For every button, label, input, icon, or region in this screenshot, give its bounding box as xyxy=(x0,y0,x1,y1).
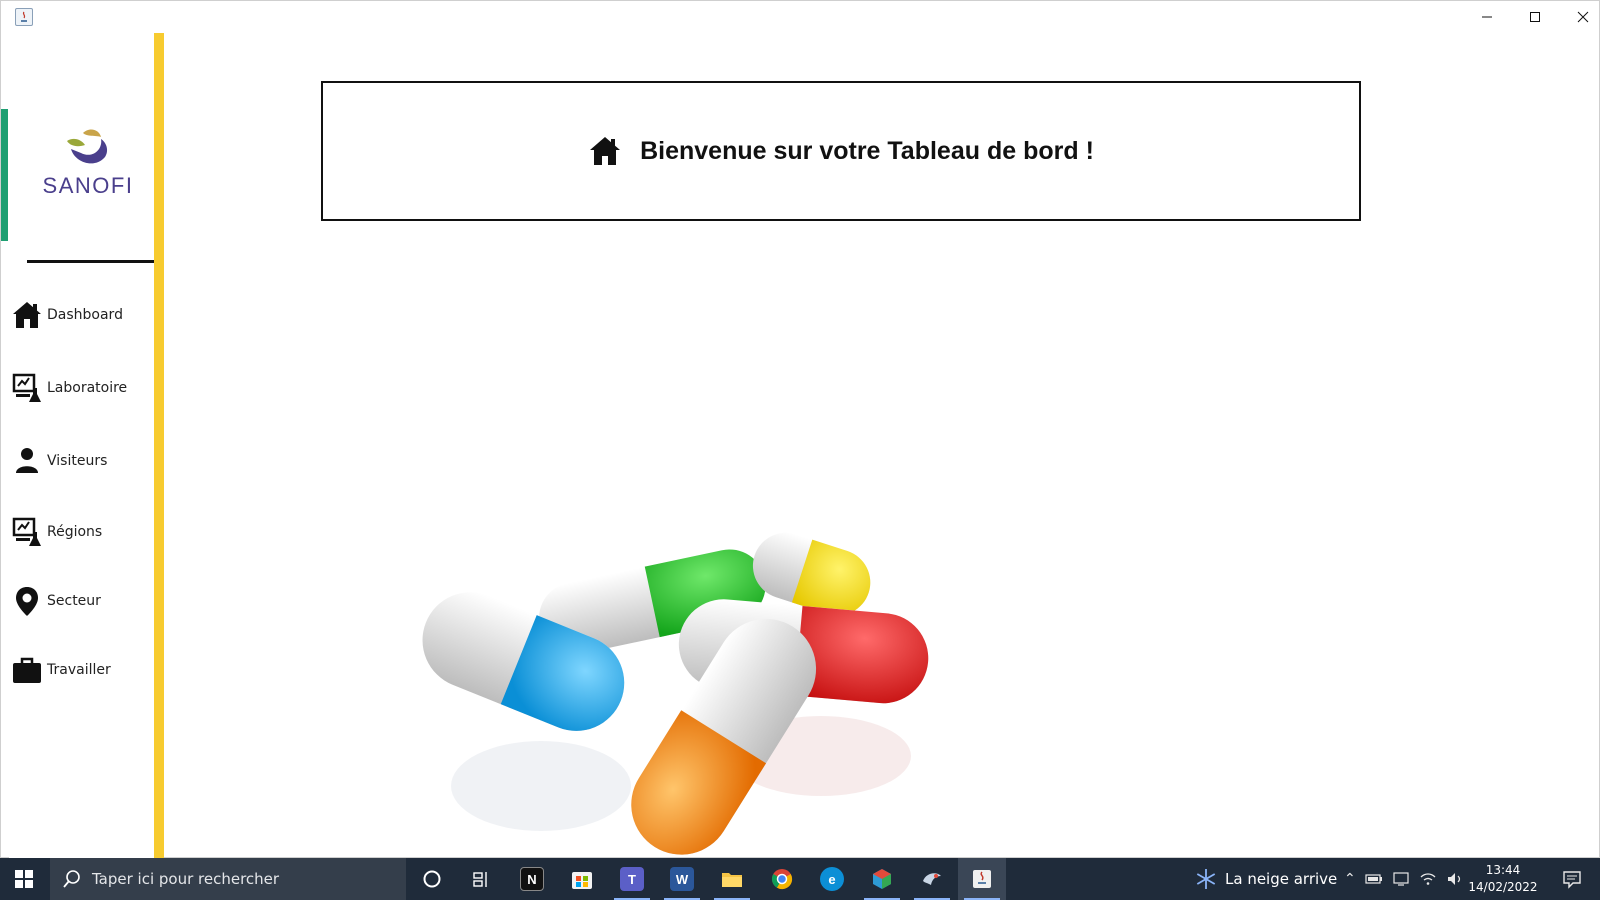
network-icon[interactable] xyxy=(1392,871,1410,887)
start-button[interactable] xyxy=(0,858,48,900)
battery-icon[interactable] xyxy=(1365,873,1383,885)
person-icon xyxy=(9,443,45,479)
clock-time: 13:44 xyxy=(1485,863,1521,877)
sidebar-item-secteur[interactable]: Secteur xyxy=(9,581,154,621)
sidebar-accent-bar xyxy=(154,33,164,859)
lab-computer-icon xyxy=(9,370,45,406)
sidebar: SANOFI Dashboard Laboratoire Visiteurs R… xyxy=(9,33,156,859)
chevron-up-icon[interactable]: ⌃ xyxy=(1344,871,1356,887)
task-view-icon xyxy=(473,872,487,887)
sidebar-item-travailler[interactable]: Travailler xyxy=(9,650,154,690)
cortana-icon xyxy=(423,870,441,888)
snowflake-icon xyxy=(1196,869,1216,889)
map-pin-icon xyxy=(9,583,45,619)
speaker-icon[interactable] xyxy=(1446,871,1464,887)
notification-icon xyxy=(1563,871,1581,889)
close-button[interactable] xyxy=(1560,1,1600,33)
clock-date: 14/02/2022 xyxy=(1468,880,1538,894)
accent-edge xyxy=(1,109,8,241)
briefcase-icon xyxy=(9,652,45,688)
taskbar-search[interactable]: Taper ici pour rechercher xyxy=(50,858,406,900)
minimize-button[interactable] xyxy=(1464,1,1510,33)
notifications-button[interactable] xyxy=(1552,858,1592,900)
taskbar-app-cortana[interactable] xyxy=(408,858,456,900)
notion-icon: N xyxy=(520,867,544,891)
search-placeholder: Taper ici pour rechercher xyxy=(92,870,280,888)
home-icon xyxy=(9,297,45,333)
sidebar-item-label: Travailler xyxy=(47,662,111,678)
bird-app-icon xyxy=(923,873,941,885)
sidebar-item-label: Dashboard xyxy=(47,307,123,323)
taskbar: Taper ici pour rechercher N T W e La nei… xyxy=(0,858,1600,900)
taskbar-app-bird[interactable] xyxy=(908,858,956,900)
welcome-title: Bienvenue sur votre Tableau de bord ! xyxy=(640,136,1094,165)
taskbar-app-cube[interactable] xyxy=(858,858,906,900)
sanofi-bird-icon xyxy=(67,129,108,164)
sanofi-logo: SANOFI xyxy=(33,93,143,198)
wifi-icon[interactable] xyxy=(1419,871,1437,887)
region-computer-icon xyxy=(9,514,45,550)
maximize-icon xyxy=(1530,12,1540,22)
taskbar-app-store[interactable] xyxy=(558,858,606,900)
sidebar-item-label: Secteur xyxy=(47,593,101,609)
app-window: SANOFI Dashboard Laboratoire Visiteurs R… xyxy=(0,0,1600,859)
taskbar-app-edge[interactable]: e xyxy=(808,858,856,900)
title-bar[interactable] xyxy=(1,1,1600,33)
pills-image xyxy=(422,532,929,855)
taskbar-app-word[interactable]: W xyxy=(658,858,706,900)
windows-icon xyxy=(15,870,33,888)
search-icon xyxy=(63,870,80,888)
chrome-icon xyxy=(771,869,793,890)
taskbar-app-chrome[interactable] xyxy=(758,858,806,900)
taskbar-app-java[interactable] xyxy=(958,858,1006,900)
sidebar-item-dashboard[interactable]: Dashboard xyxy=(9,295,154,335)
taskbar-app-task-view[interactable] xyxy=(458,858,506,900)
home-icon xyxy=(590,137,621,165)
logo-text: SANOFI xyxy=(42,173,134,198)
folder-icon xyxy=(722,873,742,887)
java-app-icon xyxy=(15,8,33,26)
taskbar-app-teams[interactable]: T xyxy=(608,858,656,900)
cube-app-icon xyxy=(873,869,891,889)
minimize-icon xyxy=(1482,16,1492,18)
weather-text: La neige arrive xyxy=(1225,870,1338,888)
sidebar-divider xyxy=(27,260,156,263)
sidebar-item-label: Laboratoire xyxy=(47,380,128,396)
word-icon: W xyxy=(670,867,694,891)
sidebar-item-visiteurs[interactable]: Visiteurs xyxy=(9,441,154,481)
taskbar-app-notion[interactable]: N xyxy=(508,858,556,900)
sidebar-item-regions[interactable]: Régions xyxy=(9,512,154,552)
sidebar-item-label: Régions xyxy=(47,524,103,540)
teams-icon: T xyxy=(620,867,644,891)
java-icon xyxy=(973,870,991,888)
welcome-banner: Bienvenue sur votre Tableau de bord ! xyxy=(321,81,1361,221)
sidebar-item-label: Visiteurs xyxy=(47,453,108,469)
taskbar-clock[interactable]: 13:44 14/02/2022 xyxy=(1468,862,1538,896)
system-tray: ⌃ xyxy=(1344,858,1464,900)
edge-icon: e xyxy=(820,867,844,891)
weather-widget[interactable]: La neige arrive xyxy=(1195,858,1337,900)
store-icon xyxy=(572,872,592,889)
sidebar-item-laboratoire[interactable]: Laboratoire xyxy=(9,368,154,408)
taskbar-app-explorer[interactable] xyxy=(708,858,756,900)
maximize-button[interactable] xyxy=(1512,1,1558,33)
close-icon xyxy=(1577,11,1589,23)
